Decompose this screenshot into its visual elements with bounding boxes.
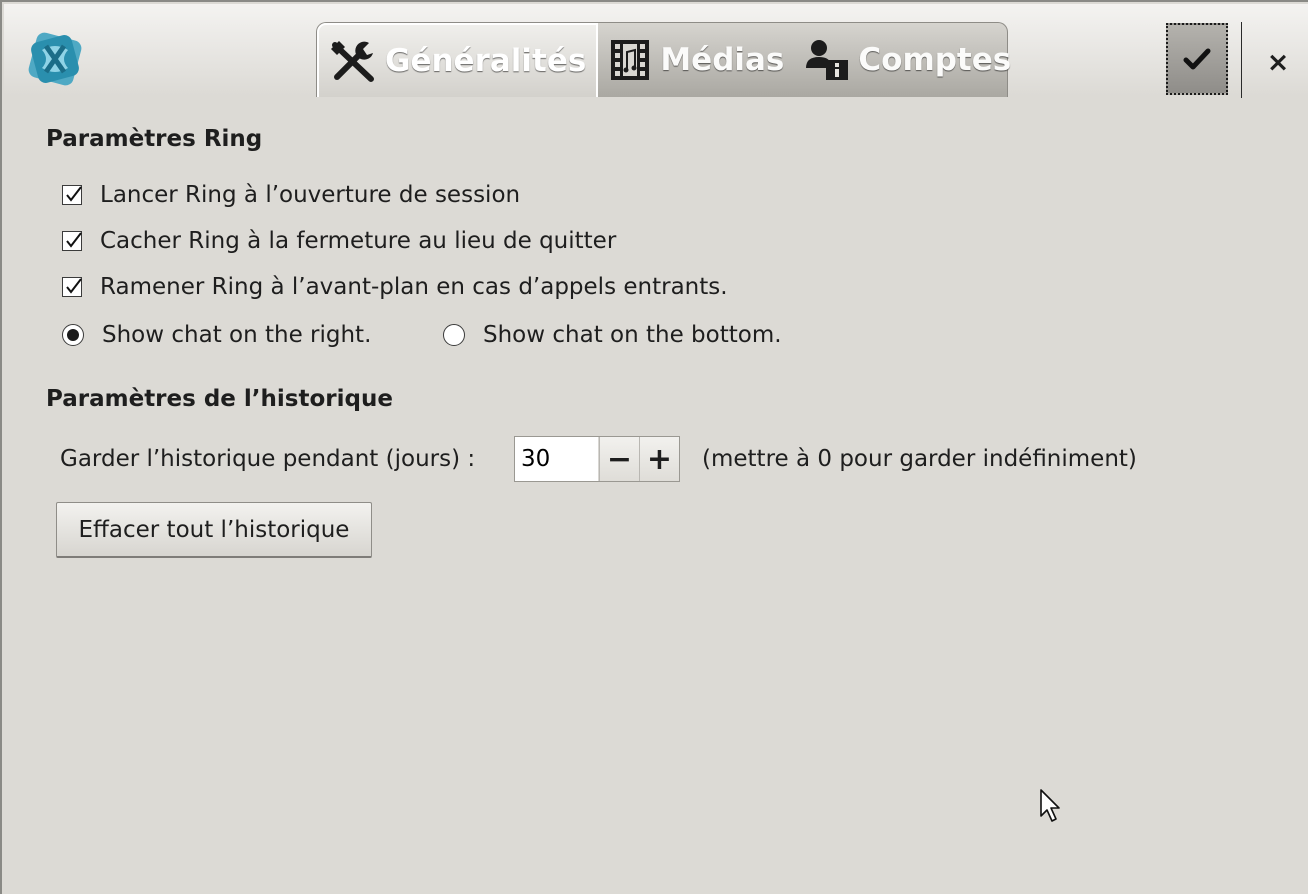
film-music-icon	[611, 40, 650, 80]
apply-button[interactable]	[1166, 23, 1228, 95]
checkmark-icon	[1183, 48, 1211, 70]
tab-medias-label: Médias	[660, 42, 785, 78]
mouse-cursor-icon	[1040, 789, 1060, 822]
header-bar: Généralités Médias Comptes ×	[4, 4, 1308, 98]
hide-on-close-checkbox[interactable]	[62, 231, 82, 251]
chat-right-label: Show chat on the right.	[102, 322, 372, 348]
option-hide-on-close[interactable]: Cacher Ring à la fermeture au lieu de qu…	[62, 228, 616, 254]
chat-bottom-radio[interactable]	[443, 324, 465, 346]
launch-at-login-label: Lancer Ring à l’ouverture de session	[100, 182, 521, 208]
preferences-window: Généralités Médias Comptes × Paramètres …	[0, 0, 1308, 894]
tab-comptes-label: Comptes	[858, 42, 1012, 78]
check-icon	[66, 232, 82, 248]
option-launch-at-login[interactable]: Lancer Ring à l’ouverture de session	[62, 182, 520, 208]
bring-to-front-label: Ramener Ring à l’avant-plan en cas d’app…	[100, 274, 728, 300]
bring-to-front-checkbox[interactable]	[62, 277, 82, 297]
history-days-input[interactable]	[515, 437, 599, 481]
clear-history-button[interactable]: Effacer tout l’historique	[56, 502, 372, 558]
hide-on-close-label: Cacher Ring à la fermeture au lieu de qu…	[100, 228, 617, 254]
option-chat-right[interactable]: Show chat on the right.	[62, 322, 371, 348]
option-chat-bottom[interactable]: Show chat on the bottom.	[443, 322, 782, 348]
chat-right-radio[interactable]	[62, 324, 84, 346]
close-button[interactable]: ×	[1256, 42, 1300, 82]
history-days-spinbutton: − +	[514, 436, 680, 482]
check-icon	[66, 278, 82, 294]
decrement-button[interactable]: −	[599, 437, 639, 481]
tab-generalites[interactable]: Généralités	[317, 23, 599, 97]
launch-at-login-checkbox[interactable]	[62, 185, 82, 205]
option-bring-to-front[interactable]: Ramener Ring à l’avant-plan en cas d’app…	[62, 274, 728, 300]
tab-medias[interactable]: Médias	[598, 23, 794, 97]
ring-settings-title: Paramètres Ring	[46, 126, 263, 152]
account-info-icon	[806, 40, 849, 80]
close-icon: ×	[1266, 46, 1290, 78]
tab-generalites-label: Généralités	[385, 43, 587, 79]
increment-button[interactable]: +	[639, 437, 679, 481]
check-icon	[66, 186, 82, 202]
settings-tabs: Généralités Médias Comptes	[316, 22, 1011, 97]
history-settings-title: Paramètres de l’historique	[46, 386, 393, 412]
tools-icon	[331, 41, 374, 82]
history-keep-label: Garder l’historique pendant (jours) :	[60, 446, 476, 472]
history-hint: (mettre à 0 pour garder indéfiniment)	[702, 446, 1137, 472]
tab-comptes[interactable]: Comptes	[794, 23, 1021, 97]
chat-bottom-label: Show chat on the bottom.	[483, 322, 782, 348]
header-separator	[1241, 22, 1242, 98]
ring-logo-icon	[28, 32, 82, 86]
